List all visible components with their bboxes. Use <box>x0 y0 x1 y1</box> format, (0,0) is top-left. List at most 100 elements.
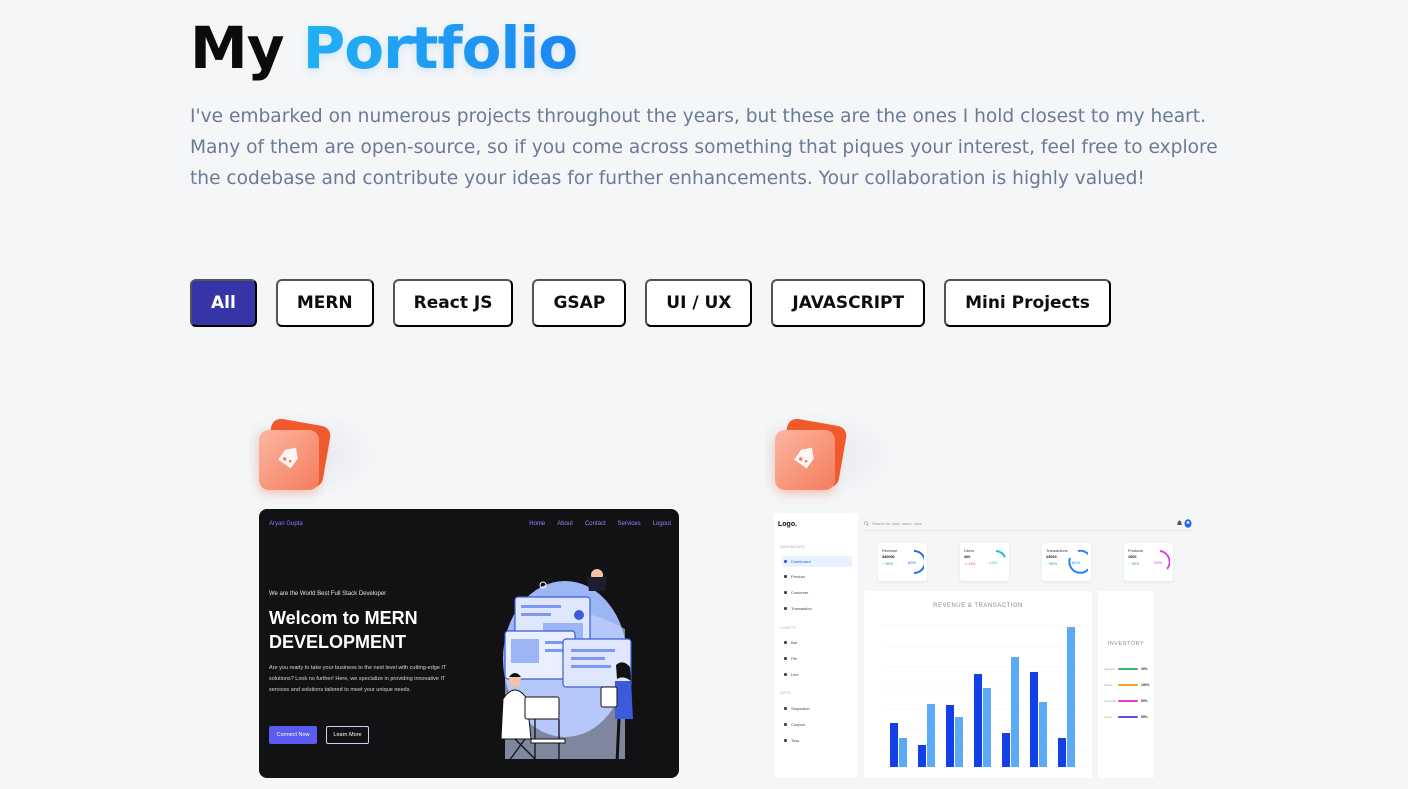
filter-bar: All MERN React JS GSAP UI / UX JAVASCRIP… <box>190 279 1111 327</box>
stat-label: Transactions <box>1046 549 1068 553</box>
preview-menu-coupon-label: Coupon <box>791 722 806 727</box>
preview-menu-stopwatch: Stopwatch <box>782 703 852 714</box>
stat-ring: 80% <box>908 550 924 574</box>
project-badge-1 <box>249 410 379 500</box>
filter-all[interactable]: All <box>190 279 257 327</box>
tag-icon <box>794 447 814 469</box>
search-icon <box>864 521 869 526</box>
preview-menu-bar-label: Bar <box>791 640 798 645</box>
preview-search-bar: Search for data, users, docs <box>864 517 1194 531</box>
bell-icon <box>1177 520 1182 525</box>
preview-sidebar: Logo. DASHBOARD Dashboard Product Custom… <box>774 513 858 778</box>
project-card-mern[interactable]: Aryan Gupta Home About Contact Services … <box>259 509 679 778</box>
inventory-name: Laptops <box>1104 667 1115 671</box>
avatar <box>1184 519 1192 528</box>
stat-change: ↑ +80% <box>882 562 894 566</box>
inventory-percent: 85% <box>1141 715 1148 719</box>
preview-body: Are you ready to take your business to t… <box>269 665 447 693</box>
preview-brand: Aryan Gupta <box>269 521 303 527</box>
preview-menu-pie-label: Pie <box>791 656 797 661</box>
filter-gsap[interactable]: GSAP <box>532 279 627 327</box>
preview-nav-home: Home <box>529 521 546 527</box>
page-title-accent: Portfolio <box>302 14 578 82</box>
stat-ring-label: 80% <box>1072 560 1080 565</box>
stat-label: Products <box>1128 549 1143 553</box>
preview-menu-dashboard: Dashboard <box>782 556 852 567</box>
stat-value: 340000 <box>882 555 895 559</box>
stat-change: ↘ -14% <box>964 562 976 566</box>
preview-menu-transaction: Transaction <box>782 603 852 614</box>
preview-search-placeholder: Search for data, users, docs <box>872 521 923 526</box>
preview-menu-pie: Pie <box>782 653 852 664</box>
preview-subtitle: We are the World Best Full Stack Develop… <box>269 591 387 597</box>
preview-menu-dashboard-label: Dashboard <box>791 559 811 564</box>
stat-ring: -14% <box>988 550 1006 565</box>
stat-ring-label: 30% <box>1154 560 1162 565</box>
filter-ui-ux[interactable]: UI / UX <box>645 279 753 327</box>
page-title-prefix: My <box>190 14 285 82</box>
preview-revenue-chart: REVENUE & TRANSACTION <box>864 591 1092 778</box>
portfolio-description: I've embarked on numerous projects throu… <box>190 106 1218 189</box>
preview-menu-toss: Toss <box>782 735 852 746</box>
preview-menu-customer: Customer <box>782 587 852 598</box>
page-title: My Portfolio <box>190 14 578 82</box>
preview-stat-users: Users 400 ↘ -14% -14% <box>960 543 1009 581</box>
filter-javascript[interactable]: JAVASCRIPT <box>771 279 926 327</box>
preview-menu-line-label: Line <box>791 672 799 677</box>
filter-mern[interactable]: MERN <box>275 279 374 327</box>
preview-headline-line1: Welcom to MERN <box>269 608 418 628</box>
stat-label: Revenue <box>882 549 898 553</box>
preview-section-dashboard: DASHBOARD <box>780 545 805 549</box>
preview-inventory-title: INVENTORY <box>1107 641 1145 647</box>
preview-menu-coupon: Coupon <box>782 719 852 730</box>
stat-ring: 80% <box>1068 549 1088 574</box>
preview-menu-customer-label: Customer <box>791 590 809 595</box>
filter-react-js[interactable]: React JS <box>392 279 514 327</box>
preview-stat-transactions: Transactions 23000 ↑ +80% 80% <box>1042 543 1091 581</box>
preview-menu-product-label: Product <box>791 574 805 579</box>
stat-value: 23000 <box>1046 555 1057 559</box>
stat-value: 1000 <box>1128 555 1137 559</box>
preview-menu-bar: Bar <box>782 637 852 648</box>
preview-nav-contact: Contact <box>584 521 606 527</box>
preview-menu-stopwatch-label: Stopwatch <box>791 706 810 711</box>
inventory-percent: 80% <box>1141 699 1148 703</box>
inventory-row: Shoes 100% <box>1104 681 1152 689</box>
inventory-percent: 40% <box>1141 667 1148 671</box>
preview-inventory: INVENTORY Laptops 40% Shoes 100% Cameras 80… <box>1098 591 1154 778</box>
preview-connect-button: Connect Now <box>269 726 317 744</box>
stat-change: ↑ +30% <box>1128 562 1140 566</box>
preview-logo: Logo. <box>778 521 798 528</box>
stat-change: ↑ +80% <box>1046 562 1058 566</box>
filter-mini-projects[interactable]: Mini Projects <box>944 279 1111 327</box>
preview-section-charts: CHARTS <box>780 626 797 630</box>
preview-headline-line2: DEVELOPMENT <box>269 632 407 652</box>
inventory-row: Cameras 80% <box>1104 697 1152 705</box>
stat-ring-label: 80% <box>908 560 916 565</box>
preview-nav-about: About <box>557 521 573 527</box>
preview-menu-product: Product <box>782 571 852 582</box>
developer-illustration <box>500 569 637 765</box>
inventory-name: Jeans <box>1104 715 1113 719</box>
preview-nav-services: Services <box>617 521 641 527</box>
inventory-row: Laptops 40% <box>1104 665 1152 673</box>
stat-ring-label: -14% <box>988 560 998 565</box>
inventory-name: Cameras <box>1104 699 1117 703</box>
preview-nav: Home About Contact Services Logout <box>529 521 671 527</box>
tag-icon <box>278 447 298 469</box>
preview-menu-transaction-label: Transaction <box>791 606 812 611</box>
preview-section-apps: APPS <box>780 691 791 695</box>
preview-nav-logout: Logout <box>652 521 671 527</box>
preview-learn-more-button: Learn More <box>326 726 369 744</box>
stat-value: 400 <box>964 555 971 559</box>
preview-menu-line: Line <box>782 669 852 680</box>
preview-bar-chart <box>882 624 1086 768</box>
preview-headline: Welcom to MERN DEVELOPMENT <box>269 606 469 654</box>
preview-stat-products: Products 1000 ↑ +30% 30% <box>1124 543 1173 581</box>
preview-stat-revenue: Revenue 340000 ↑ +80% 80% <box>878 543 927 581</box>
project-badge-2 <box>765 410 895 500</box>
inventory-name: Shoes <box>1104 683 1113 687</box>
inventory-percent: 100% <box>1141 683 1150 687</box>
project-card-dashboard[interactable]: Logo. DASHBOARD Dashboard Product Custom… <box>774 509 1195 778</box>
inventory-row: Jeans 85% <box>1104 713 1152 721</box>
